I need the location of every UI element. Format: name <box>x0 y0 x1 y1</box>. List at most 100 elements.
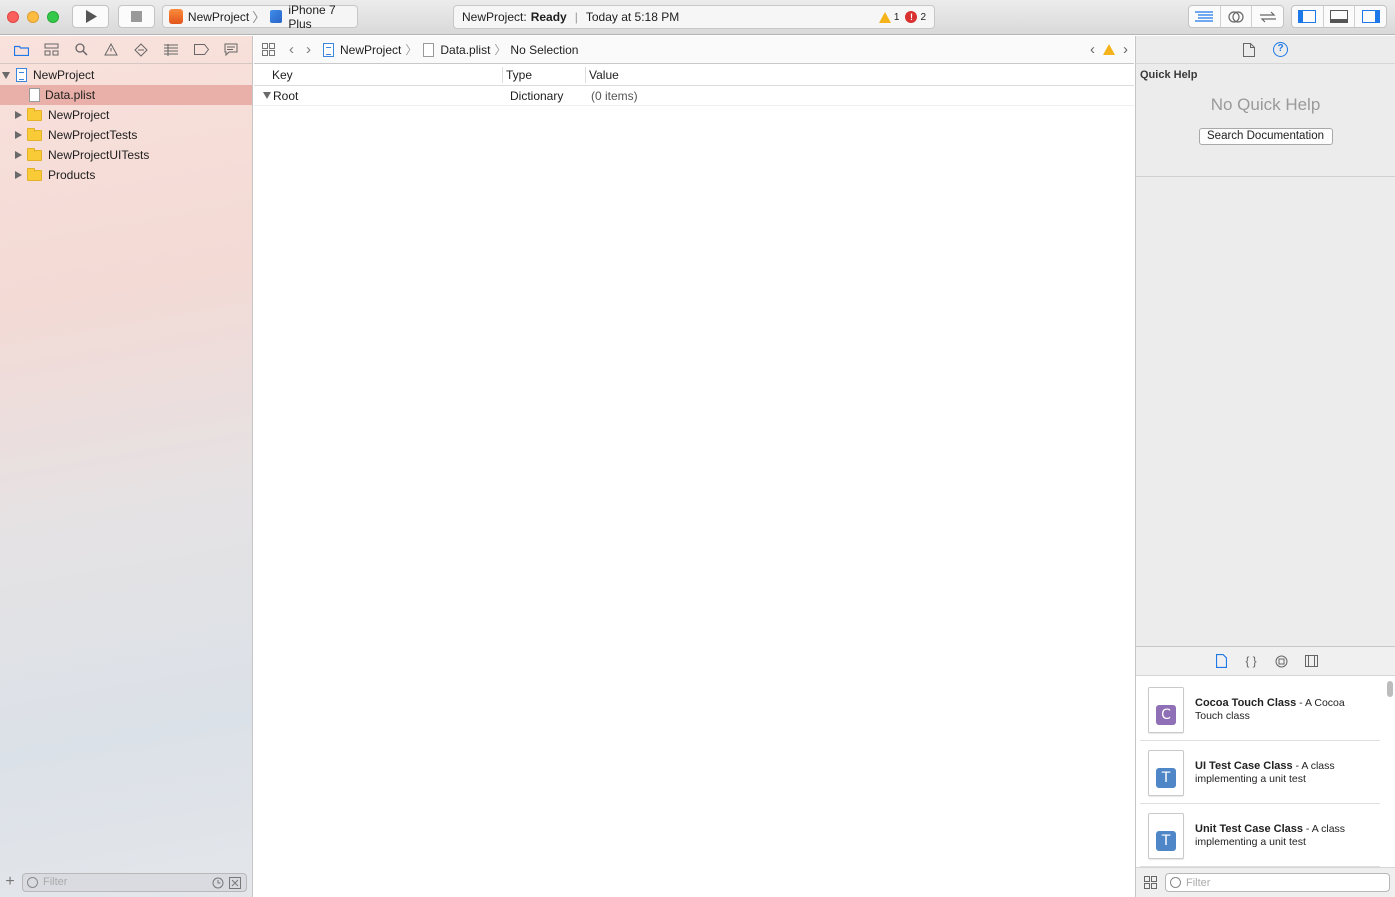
list-icon <box>164 43 178 56</box>
forward-arrow-icon[interactable]: › <box>306 41 311 58</box>
warning-icon[interactable] <box>1103 44 1115 55</box>
folder-icon <box>27 167 42 181</box>
window-close-button[interactable] <box>7 11 19 23</box>
tree-item-folder-tests[interactable]: NewProjectTests <box>0 125 252 145</box>
activity-project: NewProject: <box>462 10 527 24</box>
stop-button[interactable] <box>118 5 155 28</box>
breadcrumb-selection[interactable]: No Selection <box>510 43 578 57</box>
tree-item-folder-uitests[interactable]: NewProjectUITests <box>0 145 252 165</box>
related-items-icon[interactable] <box>262 43 275 56</box>
library-item-unit-test-case-class[interactable]: T Unit Test Case Class - A class impleme… <box>1140 805 1380 867</box>
test-navigator-tab[interactable] <box>126 42 156 57</box>
toolbar: NewProject 〉 iPhone 7 Plus NewProject: R… <box>0 0 1395 35</box>
utilities-inspector: ? Quick Help No Quick Help Search Docume… <box>1135 36 1395 897</box>
device-icon <box>270 10 283 23</box>
scheme-selector[interactable]: NewProject 〉 iPhone 7 Plus <box>162 3 358 31</box>
window-minimize-button[interactable] <box>27 11 39 23</box>
filter-icon <box>1170 877 1181 888</box>
warning-outline-icon <box>104 43 118 56</box>
toggle-debug-area-button[interactable] <box>1324 6 1356 27</box>
toggle-navigator-button[interactable] <box>1292 6 1324 27</box>
column-header-key[interactable]: Key <box>272 68 293 82</box>
toggle-inspector-button[interactable] <box>1355 6 1386 27</box>
column-header-value[interactable]: Value <box>589 68 619 82</box>
file-inspector-icon[interactable] <box>1243 42 1255 57</box>
device-name[interactable]: iPhone 7 Plus <box>288 3 357 31</box>
arrows-icon <box>1259 11 1276 22</box>
grid-view-icon[interactable] <box>1144 876 1157 889</box>
test-badge-icon: T <box>1156 830 1176 851</box>
scm-filter-icon[interactable] <box>229 876 241 889</box>
previous-issue-icon[interactable]: ‹ <box>1090 41 1095 58</box>
code-snippet-library-tab[interactable]: { } <box>1236 654 1266 668</box>
tree-item-folder-products[interactable]: Products <box>0 165 252 185</box>
library-filter-field[interactable]: Filter <box>1165 873 1390 892</box>
library-item-text: Unit Test Case Class - A class implement… <box>1195 823 1367 849</box>
breakpoint-navigator-tab[interactable] <box>186 44 216 55</box>
row-key[interactable]: Root <box>273 89 298 103</box>
breadcrumb-project[interactable]: NewProject <box>340 43 401 57</box>
column-divider[interactable] <box>585 67 586 83</box>
quick-help-icon[interactable]: ? <box>1273 42 1288 57</box>
row-type[interactable]: Dictionary <box>510 89 563 103</box>
disclosure-open-icon[interactable] <box>263 92 271 99</box>
symbol-navigator-tab[interactable] <box>36 43 66 56</box>
breadcrumb-file[interactable]: Data.plist <box>440 43 490 57</box>
project-navigator-tab[interactable] <box>6 44 36 56</box>
debug-navigator-tab[interactable] <box>156 43 186 56</box>
folder-icon <box>27 107 42 121</box>
next-issue-icon[interactable]: › <box>1123 41 1128 58</box>
plist-file-icon <box>29 88 40 102</box>
folder-icon <box>27 127 42 141</box>
find-navigator-tab[interactable] <box>66 43 96 56</box>
clock-icon[interactable] <box>212 877 224 889</box>
tree-item-label: NewProjectTests <box>48 128 138 142</box>
venn-icon <box>1228 10 1244 23</box>
tree-item-project[interactable]: NewProject <box>0 65 252 85</box>
column-header-type[interactable]: Type <box>506 68 532 82</box>
issue-counts[interactable]: 1 ! 2 <box>878 11 926 23</box>
search-documentation-button[interactable]: Search Documentation <box>1198 128 1333 145</box>
tree-item-label: Products <box>48 168 96 182</box>
editor-mode-control <box>1188 5 1284 28</box>
window-zoom-button[interactable] <box>47 11 59 23</box>
tree-item-data-plist[interactable]: Data.plist <box>0 85 252 105</box>
issue-navigator-tab[interactable] <box>96 43 126 56</box>
activity-status: Ready <box>530 10 567 24</box>
plist-row-root[interactable]: Root Dictionary (0 items) <box>254 86 1134 106</box>
tree-item-folder-newproject[interactable]: NewProject <box>0 105 252 125</box>
library-tabs: { } <box>1136 647 1395 676</box>
hierarchy-icon <box>44 43 58 56</box>
standard-editor-button[interactable] <box>1189 6 1221 27</box>
version-editor-button[interactable] <box>1252 6 1283 27</box>
disclosure-closed-icon[interactable] <box>15 131 22 139</box>
tree-item-label: NewProjectUITests <box>48 148 150 162</box>
file-template-library-tab[interactable] <box>1206 654 1236 668</box>
library-scrollbar[interactable] <box>1387 681 1393 697</box>
object-library-tab[interactable] <box>1266 655 1296 668</box>
template-icon: C <box>1148 686 1184 733</box>
library-filter-bar: Filter <box>1136 867 1395 897</box>
report-navigator-tab[interactable] <box>216 43 246 56</box>
play-icon <box>85 10 97 23</box>
run-button[interactable] <box>72 5 109 28</box>
add-file-button[interactable]: + <box>0 873 20 891</box>
disclosure-closed-icon[interactable] <box>15 171 22 179</box>
disclosure-closed-icon[interactable] <box>15 151 22 159</box>
navigator-filter-field[interactable]: Filter <box>22 872 247 892</box>
assistant-editor-button[interactable] <box>1221 6 1253 27</box>
library-item-ui-test-case-class[interactable]: T UI Test Case Class - A class implement… <box>1140 742 1380 804</box>
scheme-name[interactable]: NewProject <box>188 10 249 24</box>
quick-help-title: Quick Help <box>1140 69 1198 81</box>
library-item-cocoa-touch-class[interactable]: C Cocoa Touch Class - A Cocoa Touch clas… <box>1140 679 1380 741</box>
inspector-tabs: ? <box>1136 36 1395 64</box>
inspector-divider <box>1136 176 1395 177</box>
disclosure-closed-icon[interactable] <box>15 111 22 119</box>
disclosure-open-icon[interactable] <box>2 71 10 79</box>
speech-bubble-icon <box>224 43 238 56</box>
right-panel-icon <box>1361 10 1380 23</box>
column-divider[interactable] <box>502 67 503 83</box>
back-arrow-icon[interactable]: ‹ <box>289 41 294 58</box>
media-library-tab[interactable] <box>1296 655 1326 667</box>
row-value[interactable]: (0 items) <box>591 89 638 103</box>
